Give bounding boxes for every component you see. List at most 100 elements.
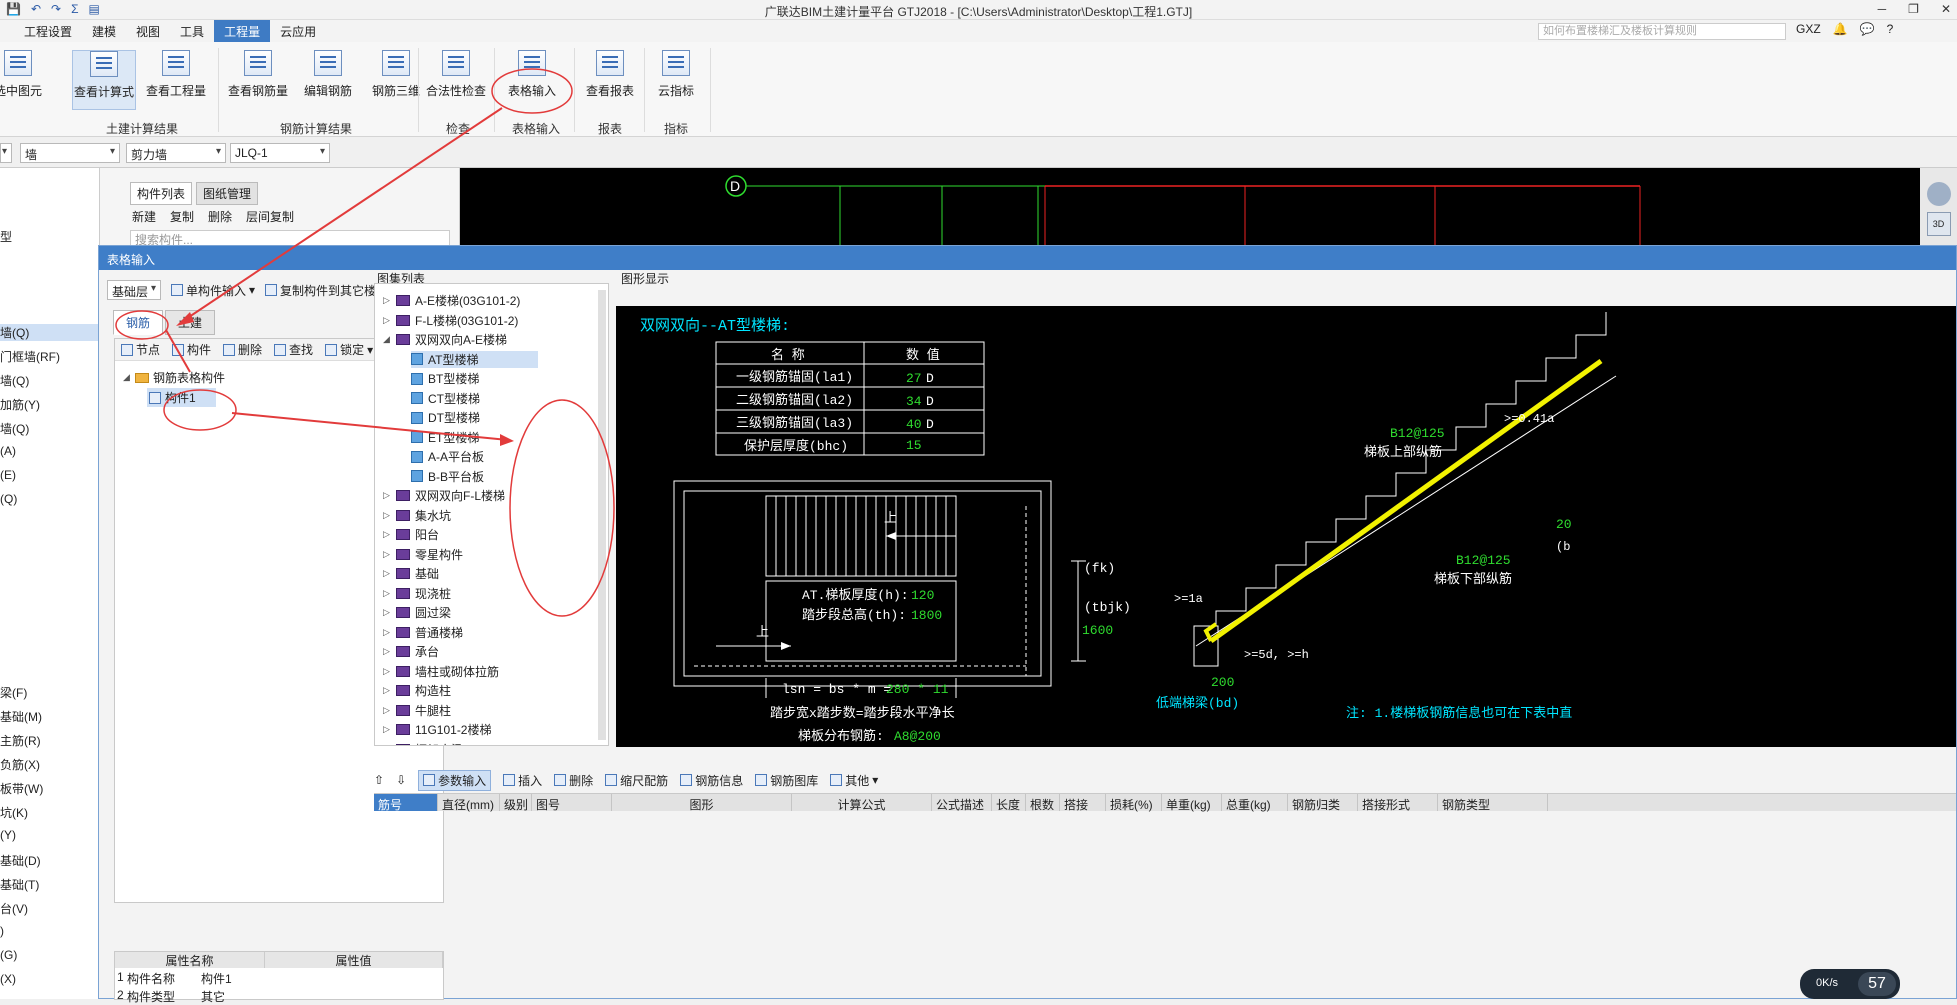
atlas-subitem[interactable]: BT型楼梯 — [411, 370, 479, 387]
tab-civil[interactable]: 土建 — [165, 310, 216, 335]
nav-item[interactable]: 型 — [0, 228, 12, 245]
menu-project-settings[interactable]: 工程设置 — [14, 20, 82, 43]
expand-icon[interactable]: ▷ — [383, 646, 391, 657]
col-formula[interactable]: 计算公式 — [792, 794, 932, 812]
atlas-subitem[interactable]: A-A平台板 — [411, 448, 484, 465]
expand-icon[interactable]: ▷ — [383, 295, 391, 306]
nav-item[interactable]: 墙(Q) — [0, 372, 29, 389]
col-lap[interactable]: 搭接 — [1060, 794, 1106, 812]
expand-icon[interactable]: ▷ — [383, 744, 391, 746]
expand-icon[interactable]: ▷ — [383, 724, 391, 735]
copy-button[interactable]: 复制 — [170, 208, 194, 225]
nav-item[interactable]: 墙(Q) — [0, 420, 29, 437]
menu-tools[interactable]: 工具 — [170, 20, 214, 43]
nav-item[interactable]: 门框墙(RF) — [0, 348, 60, 365]
tab-drawing-manage[interactable]: 图纸管理 — [196, 182, 259, 205]
nav-item[interactable]: (X) — [0, 972, 16, 986]
col-count[interactable]: 根数 — [1026, 794, 1060, 812]
col-loss[interactable]: 损耗(%) — [1106, 794, 1162, 812]
col-grade[interactable]: 级别 — [500, 794, 532, 812]
find-button[interactable]: 查找 — [274, 341, 313, 358]
menu-modeling[interactable]: 建模 — [82, 20, 126, 43]
layer-combo[interactable] — [0, 143, 12, 163]
col-rebar-class[interactable]: 钢筋归类 — [1288, 794, 1358, 812]
atlas-item[interactable]: ▷ A-E楼梯(03G101-2) — [383, 292, 520, 309]
nav-item[interactable]: 基础(M) — [0, 708, 42, 725]
atlas-item[interactable]: ▷ 11G101-2楼梯 — [383, 721, 491, 738]
atlas-item[interactable]: ▷ 构造柱 — [383, 682, 451, 699]
menu-quantity[interactable]: 工程量 — [214, 19, 271, 43]
expand-icon[interactable]: ▷ — [383, 588, 391, 599]
minimize-button[interactable]: ─ — [1878, 2, 1887, 16]
atlas-item[interactable]: ▷ 牛腿柱 — [383, 702, 451, 719]
type-combo[interactable]: 剪力墙 — [126, 143, 226, 163]
user-name[interactable]: GXZ — [1796, 22, 1821, 36]
view-formula-button[interactable]: 查看计算式 — [72, 50, 136, 110]
col-length[interactable]: 长度 — [992, 794, 1026, 812]
lock-button[interactable]: 锁定 ▾ — [325, 341, 373, 358]
atlas-item[interactable]: ▷ 墙柱或砌体拉筋 — [383, 663, 499, 680]
nav-item[interactable]: (A) — [0, 444, 16, 458]
delete-button[interactable]: 删除 — [208, 208, 232, 225]
nav-item[interactable]: 主筋(R) — [0, 732, 41, 749]
menu-view[interactable]: 视图 — [126, 20, 170, 43]
view-report-button[interactable]: 查看报表 — [578, 50, 642, 99]
grid-delete-button[interactable]: 删除 — [554, 772, 593, 789]
collapse-icon[interactable]: ◢ — [383, 334, 391, 345]
nav-item[interactable]: 基础(T) — [0, 876, 39, 893]
atlas-item[interactable]: ▷ 阳台 — [383, 526, 439, 543]
atlas-subitem[interactable]: CT型楼梯 — [411, 390, 480, 407]
select-element-button[interactable]: 选中图元 — [0, 50, 50, 99]
floor-combo[interactable]: 基础层 — [107, 280, 161, 300]
single-input-button[interactable]: 单构件输入 ▾ — [171, 282, 255, 299]
view-quantity-button[interactable]: 查看工程量 — [144, 50, 208, 99]
delete-node-button[interactable]: 删除 — [223, 341, 262, 358]
nav-item[interactable]: 基础(D) — [0, 852, 41, 869]
menu-cloud[interactable]: 云应用 — [270, 20, 326, 43]
bell-icon[interactable]: 🔔 — [1833, 22, 1848, 36]
col-lap-form[interactable]: 搭接形式 — [1358, 794, 1438, 812]
expand-icon[interactable]: ▷ — [383, 627, 391, 638]
table-input-button[interactable]: 表格输入 — [500, 50, 564, 99]
maximize-button[interactable]: ❐ — [1908, 2, 1919, 16]
nav-item-selected[interactable]: 墙(Q) — [0, 324, 99, 341]
atlas-item[interactable]: ▷ F-L楼梯(03G101-2) — [383, 312, 518, 329]
atlas-subitem[interactable]: DT型楼梯 — [411, 409, 480, 426]
expand-icon[interactable]: ▷ — [383, 490, 391, 501]
col-diameter[interactable]: 直径(mm) — [438, 794, 500, 812]
tree-root-node[interactable]: ◢ 钢筋表格构件 — [123, 369, 225, 386]
other-button[interactable]: 其他 ▾ — [830, 772, 878, 789]
cloud-index-button[interactable]: 云指标 — [644, 50, 708, 99]
nav-item[interactable]: 板带(W) — [0, 780, 43, 797]
rebar-library-button[interactable]: 钢筋图库 — [755, 772, 818, 789]
3d-view-icon[interactable]: 3D — [1926, 212, 1951, 236]
scale-rebar-button[interactable]: 缩尺配筋 — [605, 772, 668, 789]
scroll-down-button[interactable]: ⇩ — [396, 773, 406, 787]
atlas-item[interactable]: ▷ 零星构件 — [383, 546, 463, 563]
nav-item[interactable]: (Q) — [0, 492, 17, 506]
col-shape[interactable]: 图形 — [612, 794, 792, 812]
nav-item[interactable]: ) — [0, 924, 4, 938]
expand-icon[interactable]: ▷ — [383, 705, 391, 716]
atlas-subitem[interactable]: B-B平台板 — [411, 468, 484, 485]
floor-copy-button[interactable]: 层间复制 — [246, 208, 294, 225]
nav-item[interactable]: 坑(K) — [0, 804, 28, 821]
col-unit-weight[interactable]: 单重(kg) — [1162, 794, 1222, 812]
insert-button[interactable]: 插入 — [503, 772, 542, 789]
expand-icon[interactable]: ▷ — [383, 685, 391, 696]
nav-item[interactable]: 负筋(X) — [0, 756, 40, 773]
atlas-subitem[interactable]: ET型楼梯 — [411, 429, 479, 446]
help-search-input[interactable]: 如何布置楼梯汇及楼板计算规则 — [1538, 23, 1786, 40]
atlas-item[interactable]: ▷ 圆过梁 — [383, 604, 451, 621]
prop-row-value[interactable]: 其它 — [201, 988, 225, 1005]
param-input-button[interactable]: 参数输入 — [418, 769, 492, 791]
col-total-weight[interactable]: 总重(kg) — [1222, 794, 1288, 812]
tab-rebar[interactable]: 钢筋 — [113, 310, 164, 335]
expand-icon[interactable]: ▷ — [383, 549, 391, 560]
expand-icon[interactable]: ▷ — [383, 315, 391, 326]
new-button[interactable]: 新建 — [132, 208, 156, 225]
col-rebar-type[interactable]: 钢筋类型 — [1438, 794, 1548, 812]
atlas-item[interactable]: ▷ 承台 — [383, 643, 439, 660]
atlas-scrollbar[interactable] — [598, 290, 606, 740]
component-search-input[interactable]: 搜索构件... — [130, 230, 450, 247]
